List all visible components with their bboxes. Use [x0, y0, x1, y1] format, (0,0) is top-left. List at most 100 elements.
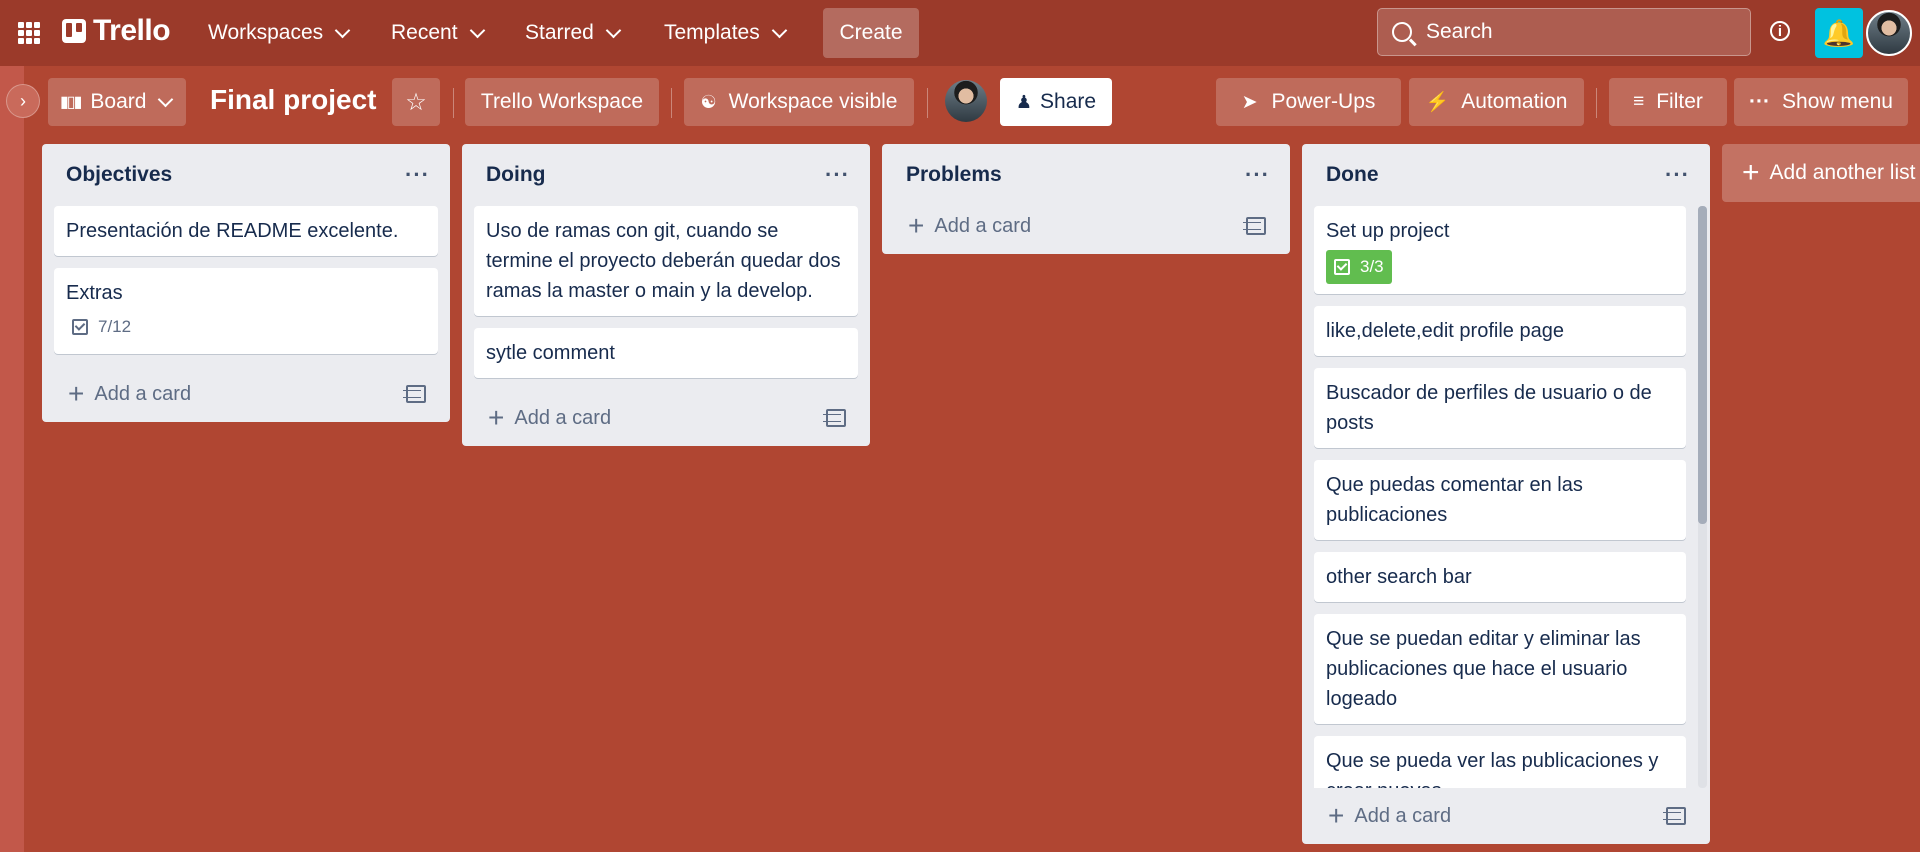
card[interactable]: Que se puedan editar y eliminar las publ…: [1314, 614, 1686, 724]
workspaces-menu[interactable]: Workspaces: [208, 13, 351, 53]
card-title: Que puedas comentar en las publicaciones: [1326, 474, 1583, 526]
checklist-badge: 7/12: [66, 312, 131, 342]
list-header[interactable]: Done ···: [1302, 144, 1710, 206]
list-header[interactable]: Problems ···: [882, 144, 1290, 206]
starred-menu[interactable]: Starred: [525, 13, 622, 53]
add-list-button[interactable]: + Add another list: [1722, 144, 1920, 202]
card[interactable]: Que se pueda ver las publicaciones y cre…: [1314, 736, 1686, 788]
list-menu-icon[interactable]: ···: [1245, 162, 1270, 188]
card-title: other search bar: [1326, 566, 1472, 588]
card-template-icon[interactable]: [1663, 807, 1686, 825]
card[interactable]: other search bar: [1314, 552, 1686, 602]
list-title: Doing: [486, 163, 546, 186]
list-menu-icon[interactable]: ···: [1665, 162, 1690, 188]
show-menu-label: Show menu: [1782, 90, 1893, 113]
search-icon: [1392, 22, 1412, 42]
star-board-button[interactable]: ☆: [392, 78, 440, 126]
chevron-down-icon: [605, 22, 622, 38]
card-template-icon[interactable]: [403, 385, 426, 403]
plus-icon: +: [908, 210, 925, 241]
add-member-icon: ♟: [1015, 91, 1033, 112]
card[interactable]: sytle comment: [474, 328, 858, 378]
header-divider: [927, 88, 928, 118]
list-menu-icon[interactable]: ···: [405, 162, 430, 188]
logo-text: Trello: [93, 14, 171, 47]
card[interactable]: Set up project 3/3: [1314, 206, 1686, 294]
visibility-label: Workspace visible: [728, 90, 898, 113]
automation-button[interactable]: ⚡ Automation: [1409, 78, 1584, 126]
add-card-button[interactable]: + Add a card: [462, 390, 870, 446]
card[interactable]: Extras 7/12: [54, 268, 438, 354]
automation-label: Automation: [1461, 90, 1568, 113]
add-card-button[interactable]: + Add a card: [882, 198, 1290, 254]
top-navigation: Trello Workspaces Recent Starred Templat…: [0, 0, 1920, 66]
filter-button[interactable]: ≡ Filter: [1609, 78, 1727, 126]
list-header[interactable]: Doing ···: [462, 144, 870, 206]
workspace-button[interactable]: Trello Workspace: [465, 78, 659, 126]
card[interactable]: Buscador de perfiles de usuario o de pos…: [1314, 368, 1686, 448]
card[interactable]: like,delete,edit profile page: [1314, 306, 1686, 356]
card-template-icon[interactable]: [1243, 217, 1266, 235]
create-button[interactable]: Create: [823, 8, 919, 58]
powerups-label: Power-Ups: [1271, 90, 1376, 113]
list-problems[interactable]: Problems ··· + Add a card: [882, 144, 1290, 254]
star-icon: ☆: [405, 88, 427, 116]
plus-icon: +: [488, 402, 505, 433]
card[interactable]: Presentación de README excelente.: [54, 206, 438, 256]
add-card-button[interactable]: + Add a card: [1302, 788, 1710, 844]
list-title: Done: [1326, 163, 1379, 186]
expand-sidebar-button[interactable]: ›: [6, 84, 40, 118]
search-input[interactable]: Search: [1377, 8, 1751, 56]
info-icon[interactable]: i: [1770, 21, 1790, 41]
show-menu-button[interactable]: ··· Show menu: [1734, 78, 1908, 126]
scrollbar-thumb[interactable]: [1698, 206, 1707, 524]
add-card-label: Add a card: [94, 382, 192, 405]
checklist-icon: [72, 319, 88, 335]
card[interactable]: Uso de ramas con git, cuando se termine …: [474, 206, 858, 316]
add-card-label: Add a card: [934, 214, 1032, 237]
board-view-label: Board: [90, 90, 147, 113]
list-header[interactable]: Objectives ···: [42, 144, 450, 206]
checklist-count: 3/3: [1360, 257, 1384, 276]
card-title: sytle comment: [486, 342, 615, 364]
visibility-button[interactable]: ☯ Workspace visible: [684, 78, 914, 126]
checklist-icon: [1334, 259, 1350, 275]
card[interactable]: Que puedas comentar en las publicaciones: [1314, 460, 1686, 540]
filter-label: Filter: [1656, 90, 1703, 113]
list-scrollbar[interactable]: [1698, 206, 1707, 788]
app-switcher-icon[interactable]: [18, 22, 40, 44]
add-card-button[interactable]: + Add a card: [42, 366, 450, 422]
add-card-label: Add a card: [514, 406, 612, 429]
list-done[interactable]: Done ··· Set up project 3/3 like,delete,…: [1302, 144, 1710, 844]
list-title: Problems: [906, 163, 1002, 186]
bell-icon: 🔔: [1822, 17, 1856, 48]
card-title: Set up project: [1326, 220, 1450, 242]
list-menu-icon[interactable]: ···: [825, 162, 850, 188]
plus-icon: +: [1742, 156, 1760, 189]
more-icon: ···: [1749, 90, 1771, 113]
card-template-icon[interactable]: [823, 409, 846, 427]
share-button[interactable]: ♟ Share: [1000, 78, 1112, 126]
chevron-down-icon: [158, 91, 174, 107]
card-title: Que se pueda ver las publicaciones y cre…: [1326, 750, 1659, 788]
templates-label: Templates: [664, 21, 760, 44]
recent-menu[interactable]: Recent: [391, 13, 485, 53]
powerups-button[interactable]: ➤ Power-Ups: [1216, 78, 1401, 126]
board-title[interactable]: Final project: [210, 84, 376, 116]
board-member-avatar[interactable]: [945, 80, 987, 122]
list-doing[interactable]: Doing ··· Uso de ramas con git, cuando s…: [462, 144, 870, 446]
done-cards-scroll[interactable]: Set up project 3/3 like,delete,edit prof…: [1302, 206, 1710, 788]
header-divider: [671, 88, 672, 118]
sidebar-collapsed: [0, 66, 24, 852]
board-view-switcher[interactable]: ▮▯▮ Board: [48, 78, 186, 126]
notifications-button[interactable]: 🔔: [1815, 8, 1863, 58]
templates-menu[interactable]: Templates: [664, 13, 787, 53]
list-objectives[interactable]: Objectives ··· Presentación de README ex…: [42, 144, 450, 422]
card-title: Uso de ramas con git, cuando se termine …: [486, 220, 841, 302]
user-avatar[interactable]: [1866, 10, 1912, 56]
header-divider: [453, 88, 454, 118]
trello-logo[interactable]: Trello: [62, 14, 171, 48]
trello-logo-icon: [62, 19, 86, 43]
chevron-down-icon: [334, 22, 351, 38]
card-title: Que se puedan editar y eliminar las publ…: [1326, 628, 1641, 710]
